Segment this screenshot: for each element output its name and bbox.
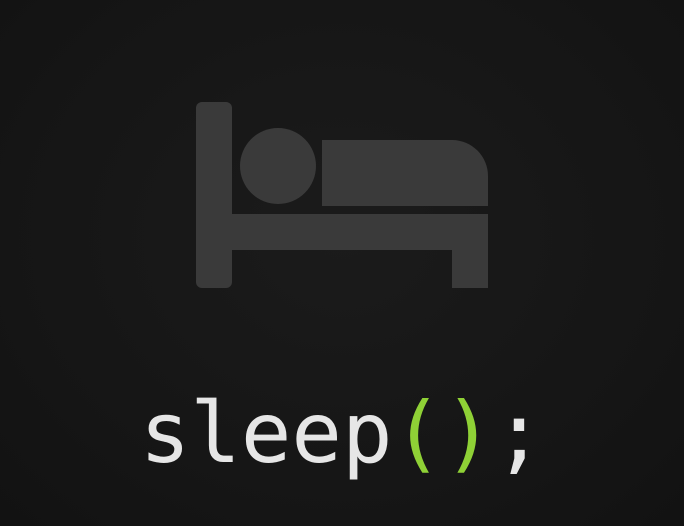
bed-mattress <box>232 214 488 250</box>
bed-headboard <box>196 102 232 288</box>
semicolon: ; <box>493 384 545 482</box>
bed-sleeper-head <box>240 128 316 204</box>
open-paren: ( <box>392 384 444 482</box>
bed-foot-post <box>452 214 488 288</box>
function-name: sleep <box>139 384 393 482</box>
bed-blanket <box>322 140 488 206</box>
wallpaper-canvas: sleep(); <box>0 0 684 526</box>
bed-icon <box>196 102 488 288</box>
close-paren: ) <box>443 384 494 482</box>
code-statement: sleep(); <box>0 378 684 488</box>
